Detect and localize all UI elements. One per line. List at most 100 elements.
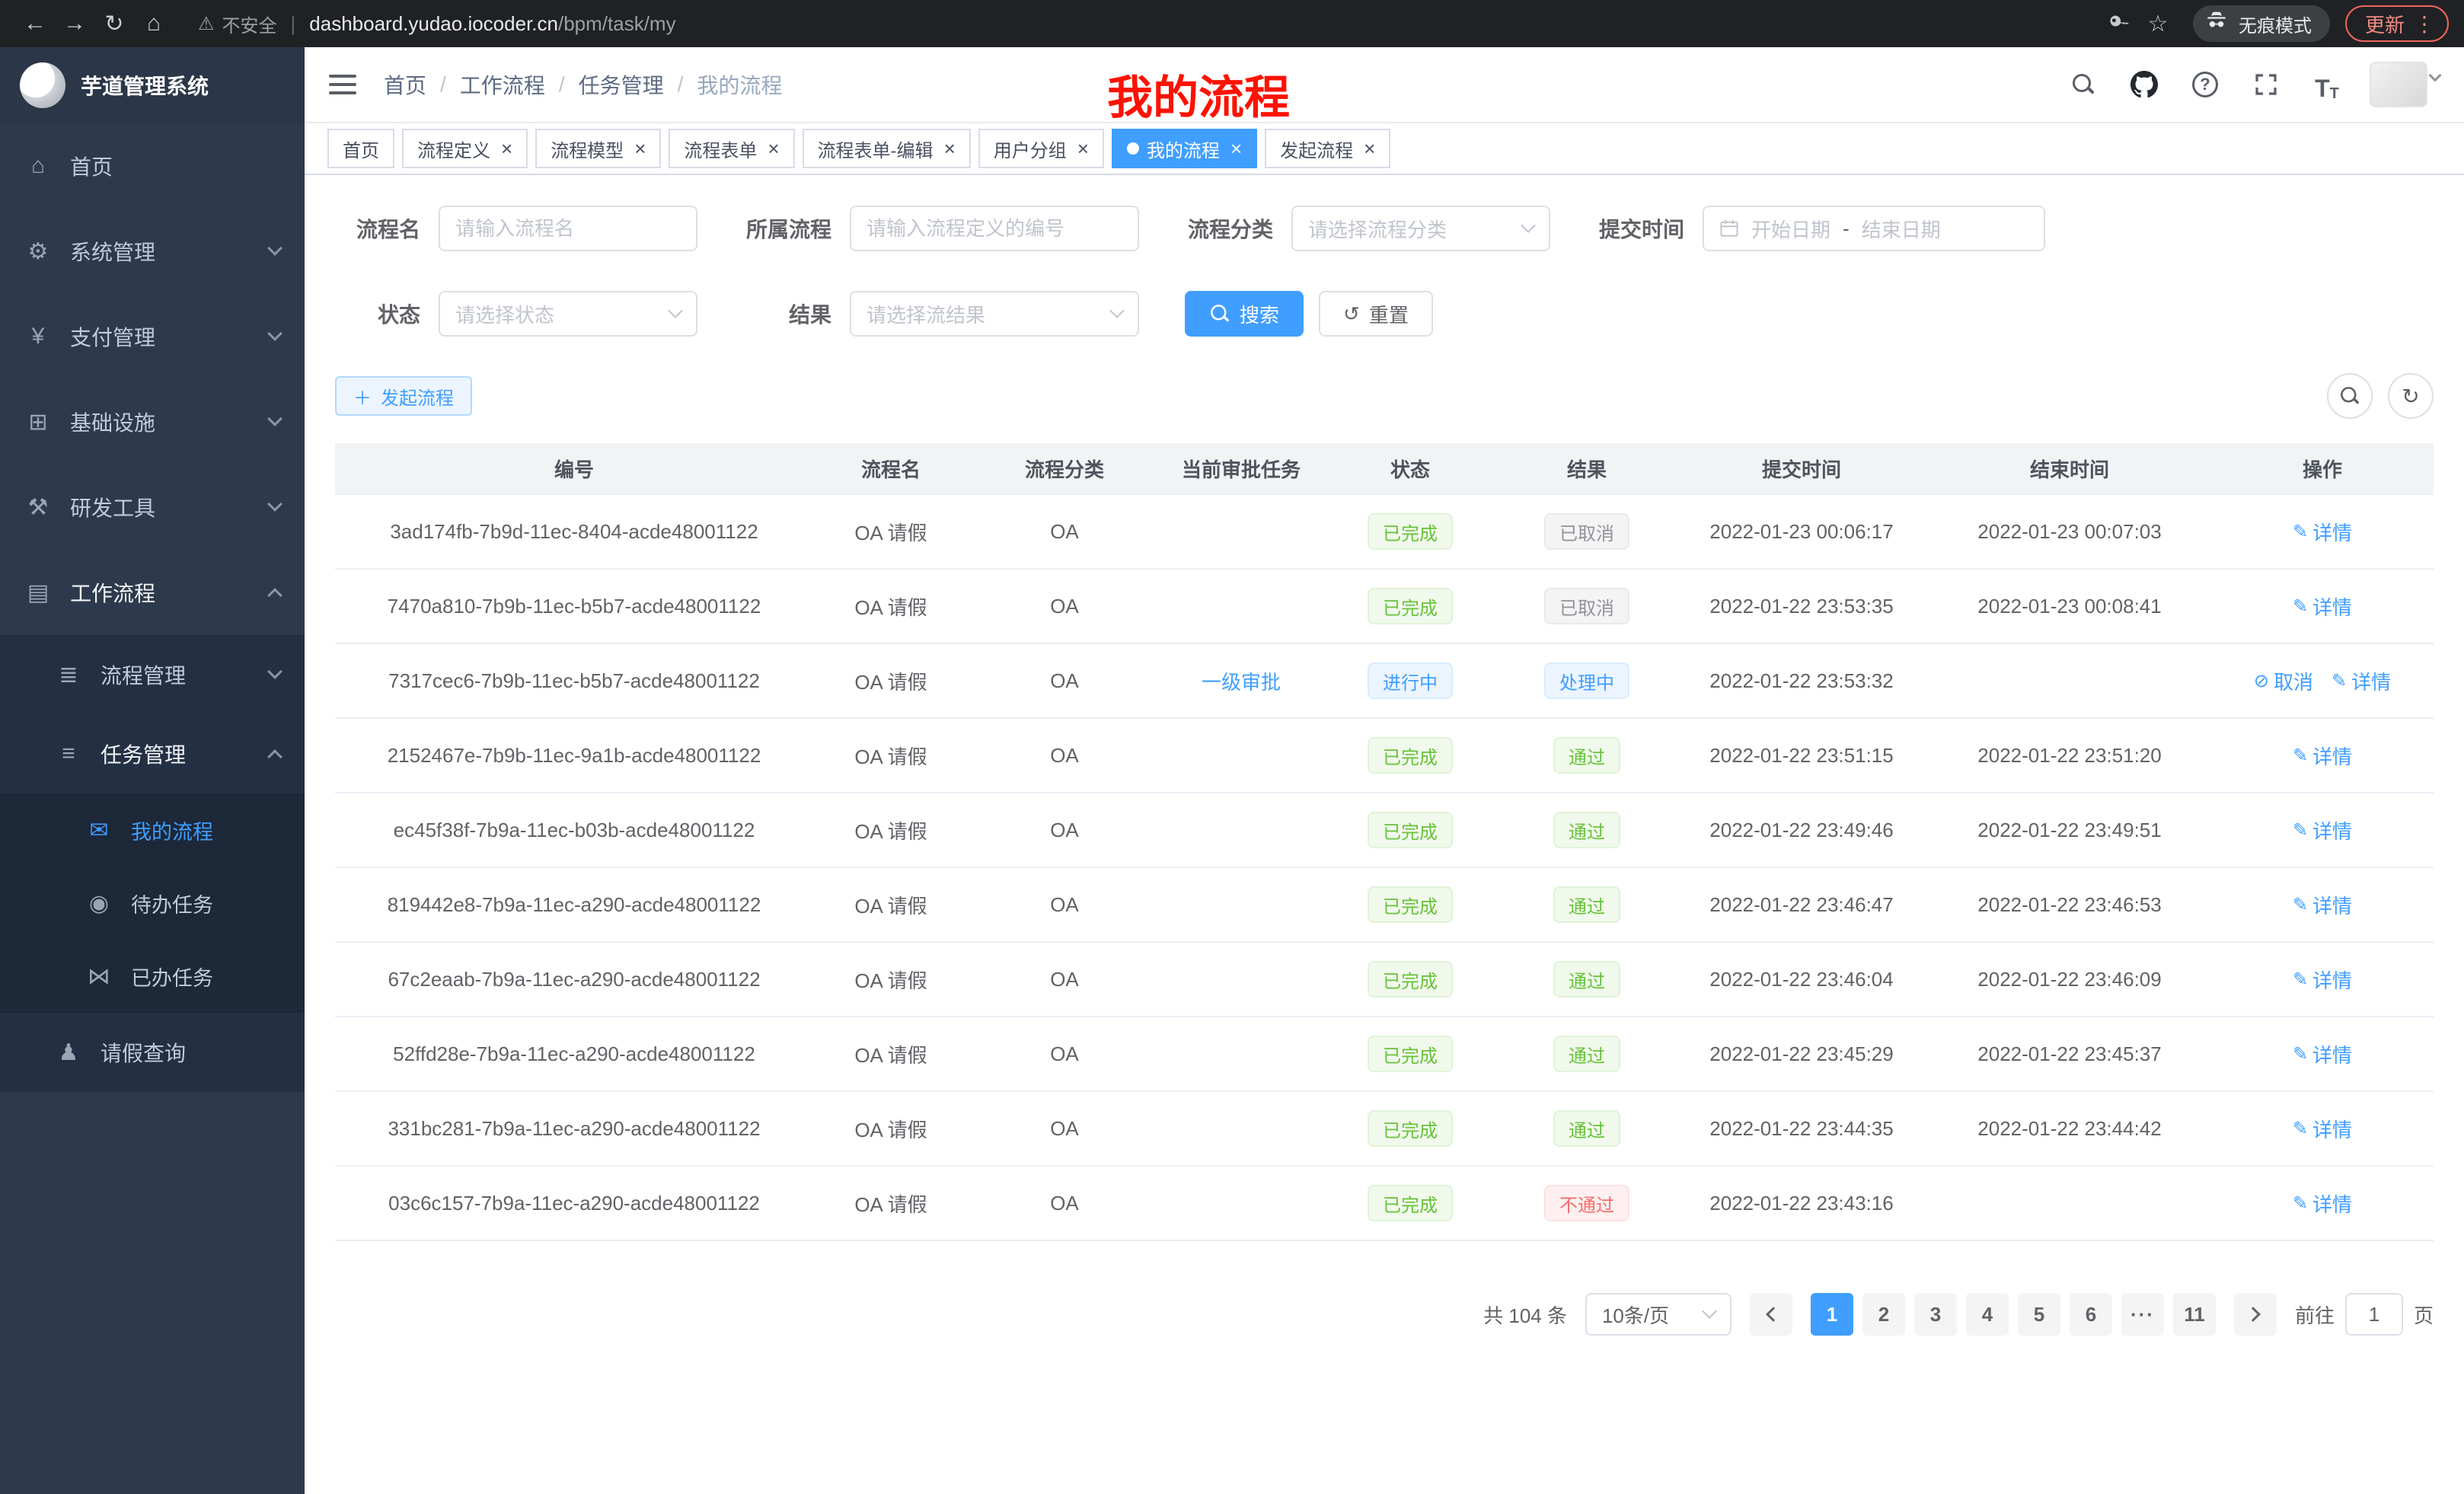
detail-action[interactable]: ✎详情 — [2332, 667, 2391, 695]
sidebar: 芋道管理系统 ⌂首页⚙系统管理¥支付管理⊞基础设施⚒研发工具▤工作流程≣流程管理… — [0, 47, 305, 1494]
close-icon[interactable]: × — [1364, 139, 1375, 158]
password-key-icon[interactable] — [2099, 4, 2138, 43]
detail-action[interactable]: ✎详情 — [2293, 1040, 2352, 1068]
status-cell: 已完成 — [1322, 588, 1499, 624]
sidebar-item-my-process[interactable]: ✉我的流程 — [0, 793, 305, 867]
category-select[interactable]: 请选择流程分类 — [1291, 206, 1550, 251]
submit-time-range-picker[interactable]: 开始日期 - 结束日期 — [1703, 206, 2045, 251]
toggle-search-button[interactable] — [2327, 373, 2373, 419]
user-menu[interactable] — [2370, 62, 2440, 107]
breadcrumb-separator: / — [440, 72, 446, 97]
process-id-cell: ec45f38f-7b9a-11ec-b03b-acde48001122 — [335, 819, 813, 842]
tab-home[interactable]: 首页 — [327, 129, 394, 168]
tab-process-form[interactable]: 流程表单× — [669, 129, 794, 168]
breadcrumb-item[interactable]: 首页 — [384, 69, 426, 100]
page-button-1[interactable]: 1 — [1811, 1293, 1853, 1336]
browser-back-button[interactable]: ← — [15, 4, 55, 43]
cancel-action[interactable]: ⊘取消 — [2254, 667, 2313, 695]
close-icon[interactable]: × — [634, 139, 646, 158]
pager-ellipsis[interactable]: ··· — [2121, 1293, 2164, 1336]
sidebar-item-dev-tools[interactable]: ⚒研发工具 — [0, 464, 305, 550]
parent-process-input[interactable] — [850, 206, 1139, 251]
detail-action[interactable]: ✎详情 — [2293, 592, 2352, 621]
page-button-6[interactable]: 6 — [2070, 1293, 2112, 1336]
prev-page-button[interactable] — [1750, 1293, 1792, 1336]
process-name-field[interactable] — [455, 217, 681, 241]
reset-button[interactable]: ↺ 重置 — [1319, 291, 1433, 337]
browser-home-button[interactable]: ⌂ — [134, 4, 174, 43]
sidebar-item-done-tasks[interactable]: ⋈已办任务 — [0, 940, 305, 1013]
avatar[interactable] — [2370, 62, 2427, 107]
browser-reload-button[interactable]: ↻ — [94, 4, 134, 43]
browser-menu-icon[interactable]: ⋮ — [2414, 11, 2435, 37]
table-row: 2152467e-7b9b-11ec-9a1b-acde48001122OA 请… — [335, 719, 2434, 793]
status-badge: 已完成 — [1368, 886, 1453, 923]
tab-my-process[interactable]: 我的流程× — [1112, 129, 1257, 168]
close-icon[interactable]: × — [944, 139, 956, 158]
github-icon[interactable] — [2126, 66, 2162, 103]
column-header: 流程名 — [813, 455, 969, 483]
sidebar-item-infrastructure[interactable]: ⊞基础设施 — [0, 379, 305, 464]
incognito-badge: 无痕模式 — [2193, 5, 2330, 42]
search-button[interactable]: 搜索 — [1185, 291, 1304, 337]
parent-process-field[interactable] — [867, 217, 1122, 241]
update-button[interactable]: 更新 ⋮ — [2345, 5, 2449, 42]
breadcrumb-item[interactable]: 我的流程 — [697, 69, 782, 100]
tab-process-form-edit[interactable]: 流程表单-编辑× — [803, 129, 971, 168]
page-button-4[interactable]: 4 — [1966, 1293, 2009, 1336]
close-icon[interactable]: × — [1077, 139, 1089, 158]
close-icon[interactable]: × — [768, 139, 779, 158]
tab-process-model[interactable]: 流程模型× — [535, 129, 661, 168]
search-icon[interactable] — [2065, 66, 2102, 103]
security-indicator[interactable]: ⚠ 不安全 — [198, 11, 277, 37]
tab-process-definition[interactable]: 流程定义× — [402, 129, 528, 168]
result-placeholder: 请选择流结果 — [867, 300, 985, 328]
app-logo[interactable]: 芋道管理系统 — [0, 47, 305, 123]
tab-start-process[interactable]: 发起流程× — [1265, 129, 1390, 168]
sidebar-item-todo-tasks[interactable]: ◉待办任务 — [0, 867, 305, 940]
chevron-down-icon — [267, 326, 282, 341]
address-bar[interactable]: ⚠ 不安全 | dashboard.yudao.iocoder.cn/bpm/t… — [198, 11, 2099, 37]
detail-action[interactable]: ✎详情 — [2293, 1189, 2352, 1218]
sidebar-item-leave-query[interactable]: ♟请假查询 — [0, 1013, 305, 1092]
status-select[interactable]: 请选择状态 — [439, 291, 697, 337]
page-button-11[interactable]: 11 — [2173, 1293, 2216, 1336]
page-button-2[interactable]: 2 — [1862, 1293, 1905, 1336]
create-process-button[interactable]: ＋ 发起流程 — [335, 376, 472, 416]
bookmark-star-icon[interactable]: ☆ — [2138, 4, 2178, 43]
goto-page-input[interactable] — [2345, 1293, 2403, 1336]
sidebar-item-process-manage[interactable]: ≣流程管理 — [0, 635, 305, 714]
sidebar-item-payment[interactable]: ¥支付管理 — [0, 294, 305, 379]
detail-action[interactable]: ✎详情 — [2293, 816, 2352, 844]
detail-action[interactable]: ✎详情 — [2293, 518, 2352, 546]
edit-icon: ✎ — [2293, 1192, 2308, 1215]
detail-action[interactable]: ✎详情 — [2293, 742, 2352, 770]
fullscreen-icon[interactable] — [2248, 66, 2284, 103]
page-size-select[interactable]: 10条/页 — [1585, 1293, 1732, 1336]
sidebar-item-workflow[interactable]: ▤工作流程 — [0, 550, 305, 635]
help-icon[interactable]: ? — [2187, 66, 2223, 103]
detail-action[interactable]: ✎详情 — [2293, 1115, 2352, 1143]
tab-user-group[interactable]: 用户分组× — [978, 129, 1104, 168]
detail-action[interactable]: ✎详情 — [2293, 966, 2352, 994]
breadcrumb-item[interactable]: 工作流程 — [460, 69, 545, 100]
close-icon[interactable]: × — [1230, 139, 1242, 158]
font-size-icon[interactable]: TT — [2309, 66, 2345, 103]
close-icon[interactable]: × — [501, 139, 512, 158]
page-button-5[interactable]: 5 — [2018, 1293, 2060, 1336]
result-select[interactable]: 请选择流结果 — [850, 291, 1139, 337]
next-page-button[interactable] — [2234, 1293, 2277, 1336]
page-button-3[interactable]: 3 — [1914, 1293, 1957, 1336]
refresh-button[interactable]: ↻ — [2388, 373, 2434, 419]
process-name-input[interactable] — [439, 206, 697, 251]
sidebar-item-home[interactable]: ⌂首页 — [0, 123, 305, 209]
sidebar-item-task-manage[interactable]: ≡任务管理 — [0, 714, 305, 793]
status-cell: 已完成 — [1322, 961, 1499, 998]
sidebar-toggle-icon[interactable] — [329, 75, 356, 94]
sidebar-item-system[interactable]: ⚙系统管理 — [0, 209, 305, 294]
current-task-link[interactable]: 一级审批 — [1202, 667, 1281, 695]
browser-forward-button[interactable]: → — [55, 4, 94, 43]
detail-action[interactable]: ✎详情 — [2293, 891, 2352, 919]
end-time-cell: 2022-01-22 23:46:53 — [1928, 893, 2211, 917]
breadcrumb-item[interactable]: 任务管理 — [579, 69, 664, 100]
